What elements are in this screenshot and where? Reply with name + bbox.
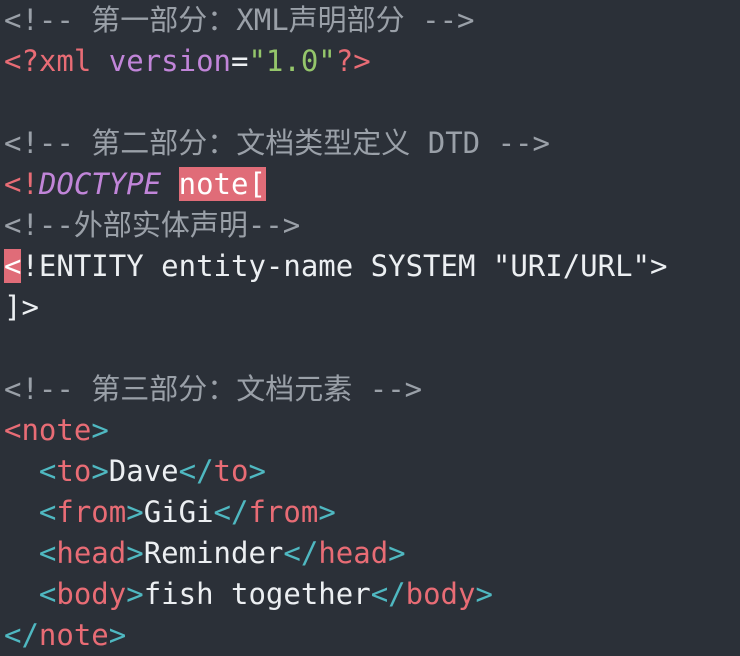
bracket-gt: > <box>475 577 493 611</box>
from-text: GiGi <box>143 495 214 529</box>
bracket-lt: < <box>38 495 57 529</box>
body-element-line: <body>fish together</body> <box>4 574 493 615</box>
tag-to-open: to <box>56 454 92 488</box>
doctype-open: <! <box>4 167 39 201</box>
note-close-line: </note> <box>4 615 126 656</box>
doctype-keyword: DOCTYPE <box>38 167 162 201</box>
tag-head-open: head <box>56 536 127 570</box>
tag-head-close: head <box>318 536 389 570</box>
bracket-lt-slash: </ <box>283 536 319 570</box>
attr-version: version <box>108 44 231 78</box>
bracket-gt: > <box>388 536 406 570</box>
comment-part2: <!-- 第二部分：文档类型定义 DTD --> <box>4 126 550 160</box>
attr-eq: = <box>231 44 249 78</box>
bracket-lt: < <box>4 413 22 447</box>
tag-body-open: body <box>56 577 127 611</box>
entity-declaration: !ENTITY entity-name SYSTEM "URI/URL"> <box>21 249 668 283</box>
entity-lt-highlight: < <box>4 249 22 283</box>
doctype-line: <!DOCTYPE note[ <box>4 164 266 205</box>
bracket-lt-slash: </ <box>370 577 406 611</box>
tag-body-close: body <box>405 577 476 611</box>
tag-to-close: to <box>213 454 249 488</box>
comment-external-entity: <!--外部实体声明--> <box>4 208 301 242</box>
doctype-space <box>161 167 178 201</box>
to-text: Dave <box>108 454 179 488</box>
doctype-close: ]> <box>4 290 39 324</box>
head-text: Reminder <box>143 536 284 570</box>
bracket-lt: < <box>38 536 57 570</box>
entity-line: <!ENTITY entity-name SYSTEM "URI/URL"> <box>4 246 667 287</box>
bracket-gt: > <box>91 454 109 488</box>
xml-declaration-line: <?xml version="1.0"?> <box>4 41 371 82</box>
bracket-lt: < <box>38 577 57 611</box>
attr-value: "1.0" <box>248 44 336 78</box>
bracket-lt-slash: </ <box>178 454 214 488</box>
pi-open: <? <box>4 44 39 78</box>
bracket-gt: > <box>108 618 127 652</box>
bracket-gt: > <box>126 495 144 529</box>
doctype-name-highlight: note[ <box>178 167 266 201</box>
note-open-line: <note> <box>4 410 109 451</box>
comment-part1: <!-- 第一部分：XML声明部分 --> <box>4 3 475 37</box>
code-editor[interactable]: <!-- 第一部分：XML声明部分 --> <?xml version="1.0… <box>0 0 740 656</box>
tag-from-open: from <box>56 495 127 529</box>
to-element-line: <to>Dave</to> <box>4 451 266 492</box>
body-text: fish together <box>143 577 371 611</box>
bracket-gt: > <box>91 413 109 447</box>
pi-name: xml <box>38 44 92 78</box>
bracket-gt: > <box>126 536 144 570</box>
tag-note-close: note <box>38 618 109 652</box>
bracket-lt: < <box>38 454 57 488</box>
pi-close: ?> <box>335 44 371 78</box>
bracket-lt-slash: </ <box>213 495 249 529</box>
bracket-gt: > <box>126 577 144 611</box>
head-element-line: <head>Reminder</head> <box>4 533 406 574</box>
comment-part3: <!-- 第三部分：文档元素 --> <box>4 372 423 406</box>
bracket-gt: > <box>318 495 336 529</box>
bracket-gt: > <box>248 454 266 488</box>
bracket-lt-slash: </ <box>4 618 39 652</box>
tag-from-close: from <box>248 495 319 529</box>
from-element-line: <from>GiGi</from> <box>4 492 336 533</box>
tag-note-open: note <box>21 413 92 447</box>
